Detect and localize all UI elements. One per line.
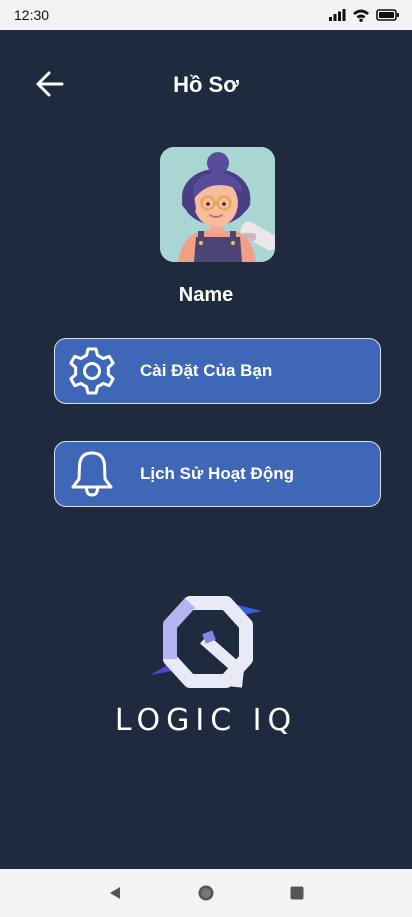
status-bar: 12:30 — [0, 0, 412, 30]
settings-label: Cài Đặt Của Bạn — [140, 361, 273, 380]
logo-mark-icon — [150, 596, 262, 688]
system-nav-bar — [0, 869, 412, 917]
nav-home-button[interactable] — [186, 873, 226, 913]
wifi-icon — [353, 9, 369, 22]
cartoon-girl-avatar — [160, 147, 275, 262]
status-time: 12:30 — [14, 7, 50, 23]
settings-button[interactable]: Cài Đặt Của Bạn — [54, 338, 381, 404]
nav-recents-button[interactable] — [277, 873, 317, 913]
profile-name: Name — [178, 284, 234, 306]
recents-square-icon — [290, 886, 304, 900]
home-circle-icon — [198, 885, 214, 901]
back-triangle-icon — [110, 887, 121, 899]
logo: LOGIC IQ — [0, 590, 412, 750]
battery-icon — [376, 9, 399, 21]
logo-text: LOGIC IQ — [114, 703, 298, 738]
nav-back-button[interactable] — [95, 873, 135, 913]
profile-screen: Hồ Sơ Name Cài Đặt Của Bạn Lịch Sử Hoạt … — [0, 30, 412, 869]
status-icons — [328, 8, 400, 22]
activity-history-label: Lịch Sử Hoạt Động — [140, 464, 294, 483]
signal-icon — [329, 9, 346, 21]
page-title: Hồ Sơ — [173, 72, 239, 97]
activity-history-button[interactable]: Lịch Sử Hoạt Động — [54, 441, 381, 507]
bell-icon — [64, 446, 120, 502]
avatar[interactable] — [160, 147, 275, 262]
gear-icon — [64, 343, 120, 399]
